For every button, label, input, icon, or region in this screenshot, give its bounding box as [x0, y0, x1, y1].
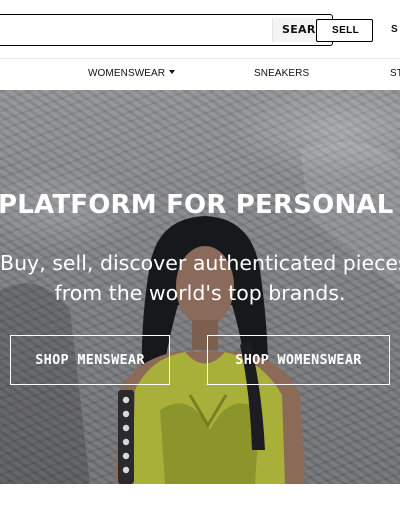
hero-banner: PLATFORM FOR PERSONAL ST Buy, sell, disc… — [0, 90, 400, 484]
page-below-hero — [0, 484, 400, 512]
hero-subheading: Buy, sell, discover authenticated pieces… — [0, 248, 400, 308]
signup-link[interactable]: S — [391, 24, 398, 35]
shop-menswear-button[interactable]: SHOP MENSWEAR — [10, 335, 170, 385]
shop-womenswear-button[interactable]: SHOP WOMENSWEAR — [207, 335, 390, 385]
nav-item-womenswear[interactable]: WOMENSWEAR — [88, 68, 176, 79]
sell-button[interactable]: SELL — [316, 19, 373, 42]
nav-item-sneakers[interactable]: SNEAKERS — [254, 68, 309, 79]
hero-subheading-line2: from the world's top brands. — [54, 281, 346, 305]
caret-down-icon — [169, 70, 176, 74]
hero-subheading-line1: Buy, sell, discover authenticated pieces — [0, 251, 400, 275]
search-button[interactable]: SEARCH — [272, 18, 320, 42]
nav-item-staff-picks[interactable]: ST — [390, 68, 400, 79]
category-nav: WOMENSWEAR SNEAKERS ST — [0, 58, 400, 90]
site-header: SEARCH SELL S — [0, 0, 400, 58]
nav-item-label: WOMENSWEAR — [88, 68, 166, 79]
hero-headline-text: PLATFORM FOR PERSONAL ST — [0, 190, 400, 220]
hero-headline: PLATFORM FOR PERSONAL ST — [0, 190, 400, 224]
